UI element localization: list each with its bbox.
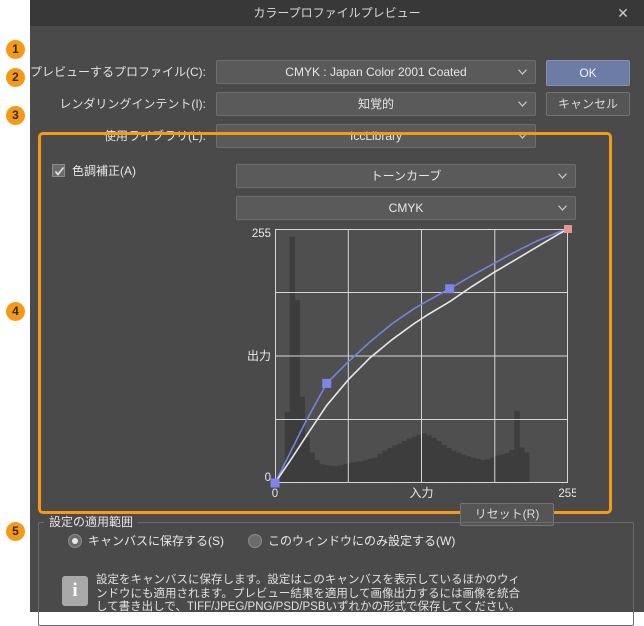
histogram-bar — [338, 465, 344, 483]
scope-legend: 設定の適用範囲 — [44, 515, 139, 529]
histogram-bar — [436, 441, 442, 483]
histogram-bar — [284, 411, 291, 483]
histogram-bar — [401, 441, 408, 483]
dropdown-value: 知覚的 — [357, 97, 394, 111]
histogram-bar — [450, 450, 457, 483]
annotation-badge-5: 5 — [6, 522, 25, 541]
tone-channel-value: CMYK — [388, 201, 424, 215]
dialog-titlebar: カラープロファイルプレビュー ✕ — [30, 0, 644, 26]
y-axis-title: 出力 — [247, 349, 271, 363]
histogram-bar — [519, 447, 525, 483]
x-axis-min-label: 0 — [272, 488, 278, 500]
histogram-bar — [318, 463, 325, 483]
tone-mode-dropdown[interactable]: トーンカーブ — [236, 164, 576, 188]
histogram-bar — [465, 456, 471, 483]
annotation-badge-4: 4 — [6, 302, 25, 321]
curve-control-point[interactable] — [564, 225, 572, 233]
radio-button[interactable] — [248, 534, 262, 548]
info-line: 設定をキャンバスに保存します。設定はこのキャンバスを表示しているほかのウィ — [96, 574, 521, 586]
histogram-bar — [455, 452, 462, 483]
label-profile: プレビューするプロファイル(C): — [30, 60, 206, 84]
annotation-badge-1: 1 — [6, 40, 25, 59]
histogram-bar — [377, 453, 384, 483]
histogram-bar — [475, 458, 481, 483]
histogram-bar — [441, 444, 447, 483]
info-description: 設定をキャンバスに保存します。設定はこのキャンバスを表示しているほかのウィ ンド… — [96, 574, 596, 615]
histogram-bar — [314, 460, 320, 483]
histogram-bar — [362, 460, 369, 483]
dialog-body: プレビューするプロファイル(C): CMYK : Japan Color 2001… — [30, 26, 644, 626]
histogram-bar — [304, 437, 310, 483]
histogram-bar — [509, 449, 515, 483]
curve-control-point[interactable] — [270, 478, 280, 488]
y-axis-min-label: 0 — [265, 472, 271, 484]
histogram-bar — [504, 453, 510, 483]
color-profile-preview-dialog: カラープロファイルプレビュー ✕ プレビューするプロファイル(C): CMYK :… — [30, 0, 644, 626]
histogram-bar — [333, 466, 340, 483]
radio-label: このウィンドウにのみ設定する(W) — [268, 534, 456, 548]
annotation-badge-2: 2 — [6, 68, 25, 87]
histogram-bar — [421, 433, 427, 483]
histogram-bar — [460, 454, 467, 483]
histogram-bar — [406, 438, 413, 483]
close-icon[interactable]: ✕ — [610, 0, 636, 26]
histogram-bar — [309, 452, 315, 483]
histogram-bar — [484, 459, 491, 483]
histogram-bar — [392, 445, 398, 483]
tone-mode-value: トーンカーブ — [370, 169, 442, 183]
radio-button[interactable] — [68, 534, 82, 548]
annotation-strip: 1 2 3 4 5 — [0, 0, 30, 620]
curve-control-point[interactable] — [445, 284, 455, 294]
histogram-bar — [358, 461, 364, 483]
annotation-badge-3: 3 — [6, 106, 25, 125]
dropdown-rendering-intent[interactable]: 知覚的 — [216, 92, 536, 116]
info-line: ンドウにも適用されます。プレビュー結果を適用して画像出力するには画像を統合 — [96, 587, 521, 600]
histogram-bar — [524, 452, 530, 483]
radio-dot — [72, 538, 78, 544]
x-axis-title: 入力 — [409, 486, 433, 500]
histogram-bar — [382, 450, 388, 483]
histogram-bar — [372, 457, 379, 483]
histogram-bar — [426, 435, 432, 483]
dropdown-value: CMYK : Japan Color 2001 Coated — [285, 65, 467, 79]
dialog-title: カラープロファイルプレビュー — [253, 6, 421, 20]
label-text: プレビューするプロファイル(C): — [30, 65, 206, 79]
histogram-bar — [323, 465, 330, 483]
y-axis-max-label: 255 — [252, 228, 271, 240]
ok-button[interactable]: OK — [546, 60, 630, 86]
tone-channel-dropdown[interactable]: CMYK — [236, 196, 576, 220]
info-glyph: i — [72, 580, 78, 601]
histogram-bar — [387, 447, 393, 483]
tone-curve-canvas[interactable]: 255 0 出力入力 0 255 — [236, 222, 576, 502]
tone-correction-checkbox[interactable] — [52, 164, 65, 177]
histogram-bar — [494, 455, 501, 483]
histogram-bar — [367, 458, 374, 483]
histogram-bar — [499, 454, 506, 483]
dropdown-profile[interactable]: CMYK : Japan Color 2001 Coated — [216, 60, 536, 84]
histogram-bar — [480, 460, 486, 483]
curve-control-point[interactable] — [322, 378, 332, 388]
info-icon: i — [62, 576, 88, 606]
cancel-button[interactable]: キャンセル — [546, 92, 630, 116]
histogram-bar — [353, 462, 359, 483]
histogram-bar — [431, 437, 437, 483]
x-axis-max-label: 255 — [558, 488, 576, 500]
histogram-bar — [328, 465, 335, 483]
histogram-bar — [411, 436, 418, 483]
tone-correction-label: 色調補正(A) — [72, 164, 136, 178]
histogram-bar — [294, 300, 301, 483]
label-text: レンダリングインテント(I): — [59, 97, 206, 111]
histogram-bar — [445, 447, 452, 483]
info-line: して書き出しで、TIFF/JPEG/PNG/PSD/PSBいずれかの形式で保存し… — [96, 601, 521, 614]
label-rendering-intent: レンダリングインテント(I): — [44, 92, 206, 116]
histogram-bar — [397, 443, 403, 483]
histogram-bar — [348, 462, 354, 483]
tone-curve-graph[interactable]: 255 0 出力入力 0 255 — [236, 222, 576, 502]
radio-label: キャンバスに保存する(S) — [88, 534, 224, 548]
histogram-bar — [514, 410, 520, 483]
histogram-bar — [470, 457, 476, 483]
